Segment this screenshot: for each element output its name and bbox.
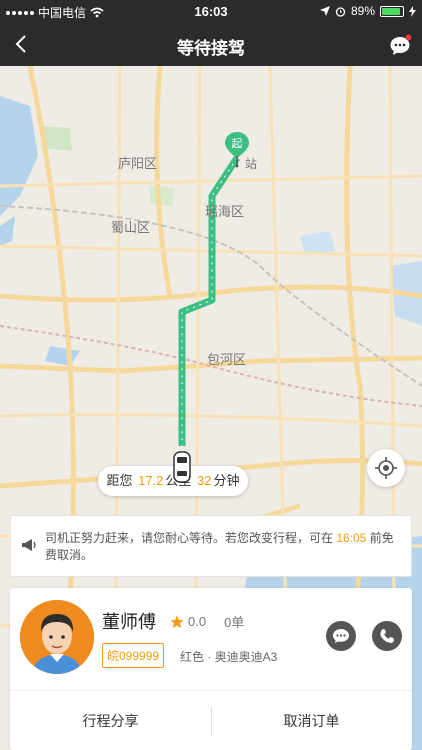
start-marker-text: 起 <box>232 137 243 150</box>
alarm-icon <box>335 6 346 17</box>
battery-icon <box>380 5 404 17</box>
driver-avatar <box>20 600 94 674</box>
chat-icon <box>333 629 349 643</box>
district-shushan: 蜀山区 <box>111 220 151 235</box>
status-right: 89% <box>319 4 416 18</box>
driver-rating: 0.0 0单 <box>170 612 244 631</box>
avatar-illustration <box>20 600 94 674</box>
battery-percent: 89% <box>350 4 375 18</box>
start-marker-icon: 起 <box>225 132 249 168</box>
call-button[interactable] <box>372 621 402 651</box>
order-count: 0单 <box>224 615 245 630</box>
nav-bar: 等待接驾 <box>0 22 422 66</box>
star-icon <box>170 615 184 628</box>
phone-icon <box>380 629 394 643</box>
megaphone-icon <box>22 539 36 551</box>
distance-minutes: 32 <box>197 473 212 488</box>
charging-icon <box>409 5 416 17</box>
share-trip-button[interactable]: 行程分享 <box>10 691 211 750</box>
distance-prefix: 距您 <box>106 473 133 488</box>
locate-button[interactable] <box>367 449 405 487</box>
distance-minutes-unit: 分钟 <box>213 473 240 488</box>
car-icon <box>173 451 191 483</box>
locate-icon <box>375 457 397 479</box>
rating-value: 0.0 <box>188 614 207 629</box>
status-bar: 中国电信 16:03 89% <box>0 0 422 22</box>
message-icon[interactable] <box>388 34 412 58</box>
district-yaohai: 瑶海区 <box>205 204 245 219</box>
cancel-order-button[interactable]: 取消订单 <box>211 691 412 750</box>
chat-button[interactable] <box>326 621 356 651</box>
district-luyang: 庐阳区 <box>118 156 158 171</box>
notice-time: 16:05 <box>336 531 367 545</box>
license-plate: 皖099999 <box>102 643 165 668</box>
location-arrow-icon <box>319 6 330 16</box>
driver-name: 董师傅 <box>102 612 156 632</box>
notice-text: 司机正努力赶来，请您耐心等待。若您改变行程，可在 16:05 前免费取消。 <box>45 530 399 564</box>
driver-card: 董师傅 0.0 0单 皖099999 红色 · 奥迪奥迪A3 行程分享 取消订单 <box>10 588 412 750</box>
distance-km: 17.2 <box>138 473 164 488</box>
page-title: 等待接驾 <box>177 39 245 58</box>
notice-text-before: 司机正努力赶来，请您耐心等待。若您改变行程，可在 <box>45 531 337 545</box>
car-description: 红色 · 奥迪奥迪A3 <box>180 650 278 664</box>
cancel-notice: 司机正努力赶来，请您耐心等待。若您改变行程，可在 16:05 前免费取消。 <box>10 515 412 577</box>
district-baohe: 包河区 <box>207 352 247 367</box>
card-actions: 行程分享 取消订单 <box>10 690 412 750</box>
